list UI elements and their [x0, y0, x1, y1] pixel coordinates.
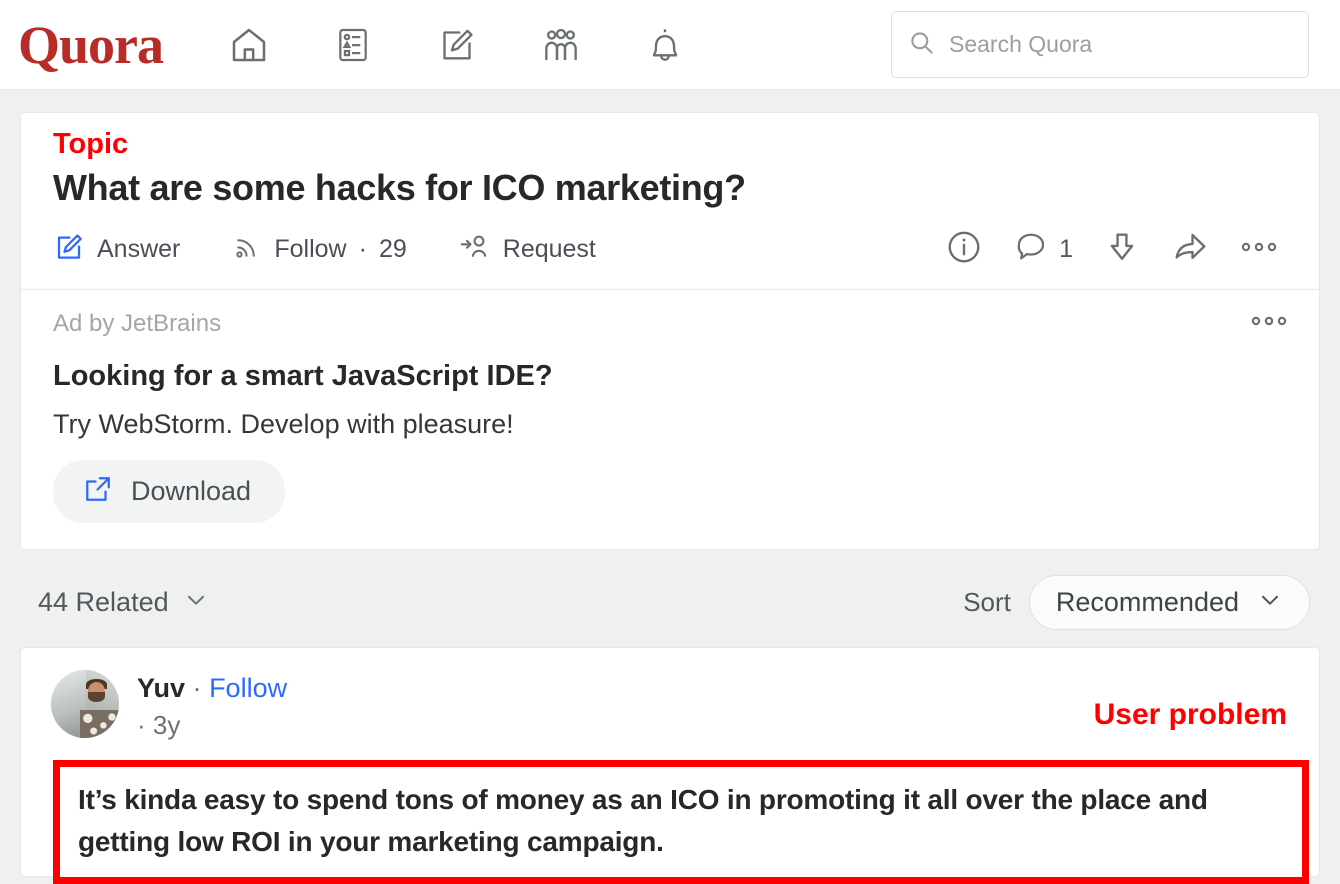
external-link-icon	[83, 474, 113, 509]
write-pencil-icon	[53, 231, 85, 268]
author-line: Yuv · Follow	[137, 672, 287, 706]
answer-highlight-box: It’s kinda easy to spend tons of money a…	[53, 760, 1309, 884]
ad-options-button[interactable]	[1249, 314, 1289, 333]
home-icon	[229, 25, 269, 65]
ad-options-icon	[1249, 315, 1289, 332]
sort-control: Sort Recommended	[963, 574, 1310, 630]
nav-spaces-button[interactable]	[539, 23, 583, 67]
nav-write-button[interactable]	[435, 23, 479, 67]
nav-notifications-button[interactable]	[643, 23, 687, 67]
request-button-label: Request	[502, 235, 596, 264]
avatar[interactable]	[51, 670, 119, 739]
topic-annotation-label: Topic	[53, 128, 129, 160]
sort-label: Sort	[963, 586, 1011, 617]
author-separator: ·	[192, 673, 202, 704]
page-content: Topic What are some hacks for ICO market…	[0, 112, 1340, 884]
rss-follow-icon	[232, 232, 262, 267]
question-secondary-actions: 1	[945, 228, 1287, 271]
sort-selected-value: Recommended	[1055, 586, 1239, 617]
request-person-icon	[459, 231, 491, 268]
top-navigation-bar: Quora Search Quora	[0, 0, 1340, 90]
comment-icon	[1013, 229, 1049, 270]
page-title: What are some hacks for ICO marketing?	[53, 167, 746, 209]
chevron-down-icon	[1257, 587, 1283, 618]
author-meta: Yuv · Follow · 3y	[137, 670, 287, 741]
related-sort-bar: 44 Related Sort Recommended	[38, 574, 1310, 630]
downvote-button[interactable]	[1103, 228, 1141, 271]
search-bar[interactable]: Search Quora	[891, 11, 1309, 78]
ad-description: Try WebStorm. Develop with pleasure!	[53, 409, 514, 440]
question-card: Topic What are some hacks for ICO market…	[20, 112, 1320, 551]
follow-count: 29	[378, 235, 407, 264]
more-options-button[interactable]	[1239, 240, 1279, 259]
share-arrow-icon	[1171, 228, 1209, 271]
question-primary-actions: Answer Follow · 29 Request	[53, 231, 596, 268]
related-questions-toggle[interactable]: 44 Related	[38, 587, 209, 618]
more-options-icon	[1239, 240, 1279, 259]
answer-body-text: It’s kinda easy to spend tons of money a…	[78, 784, 1208, 858]
question-info-button[interactable]	[945, 228, 983, 271]
bell-icon	[645, 25, 685, 65]
ad-attribution-label: Ad by JetBrains	[53, 310, 222, 338]
follow-separator: ·	[358, 235, 367, 264]
quora-logo[interactable]: Quora	[18, 18, 164, 72]
downvote-arrow-icon	[1103, 228, 1141, 271]
comment-button[interactable]: 1	[1013, 229, 1073, 270]
main-navigation	[227, 23, 687, 67]
sort-dropdown[interactable]: Recommended	[1028, 574, 1310, 630]
answer-card: Yuv · Follow · 3y User problem It’s kind…	[20, 647, 1320, 884]
chevron-down-icon	[183, 587, 209, 618]
ad-headline[interactable]: Looking for a smart JavaScript IDE?	[53, 360, 1287, 393]
author-name[interactable]: Yuv	[137, 673, 185, 703]
question-block: Topic What are some hacks for ICO market…	[21, 113, 1319, 289]
request-button[interactable]: Request	[459, 231, 596, 268]
write-pencil-icon	[437, 25, 477, 65]
search-icon	[908, 29, 935, 61]
author-follow-link[interactable]: Follow	[209, 673, 287, 703]
people-group-icon	[541, 25, 581, 65]
nav-answer-button[interactable]	[331, 23, 375, 67]
download-button[interactable]: Download	[53, 460, 286, 524]
answer-list-icon	[334, 26, 372, 64]
comment-count: 1	[1059, 235, 1073, 264]
nav-home-button[interactable]	[227, 23, 271, 67]
advertisement-block: Ad by JetBrains Looking for a smart Java…	[21, 290, 1319, 549]
follow-button-label: Follow	[274, 235, 347, 264]
question-action-row: Answer Follow · 29 Request 1	[53, 228, 1287, 277]
info-circle-icon	[945, 228, 983, 271]
search-input[interactable]: Search Quora	[949, 31, 1092, 58]
answer-button-label: Answer	[97, 235, 181, 264]
related-count-label: 44 Related	[38, 586, 169, 617]
download-button-label: Download	[131, 476, 252, 507]
share-button[interactable]	[1171, 228, 1209, 271]
answer-timestamp: · 3y	[137, 710, 181, 741]
user-problem-annotation-label: User problem	[1093, 698, 1287, 732]
answer-button[interactable]: Answer	[53, 231, 180, 268]
follow-button[interactable]: Follow · 29	[232, 232, 407, 267]
